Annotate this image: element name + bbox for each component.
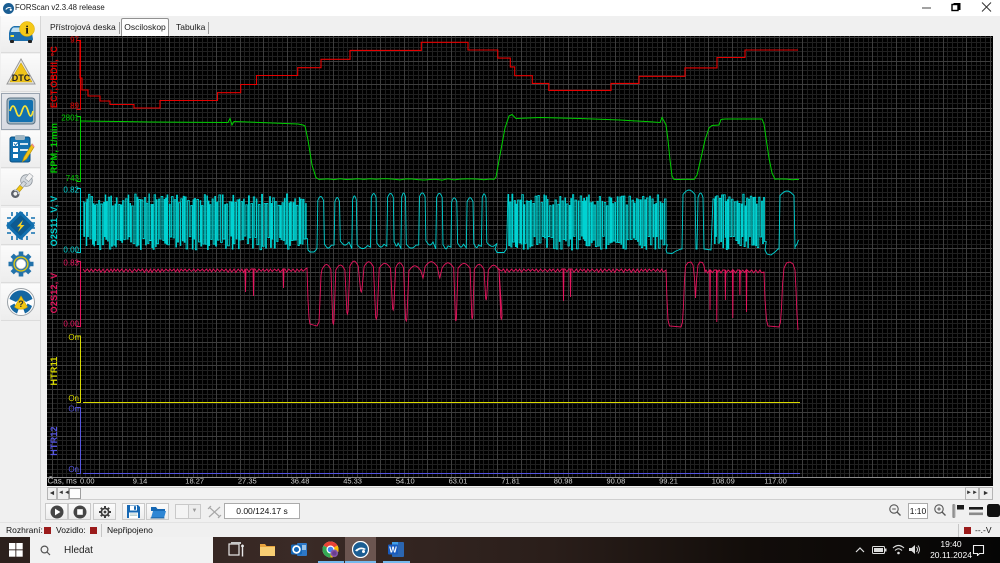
svg-text:0.00: 0.00	[63, 246, 79, 255]
svg-text:36.48: 36.48	[291, 477, 310, 486]
svg-text:W: W	[389, 546, 397, 555]
svg-text:90.08: 90.08	[607, 477, 626, 486]
svg-text:27.35: 27.35	[238, 477, 257, 486]
svg-text:O2S12, V: O2S12, V	[49, 273, 59, 314]
svg-text:HTR11: HTR11	[49, 356, 59, 385]
svg-text:743: 743	[66, 174, 80, 183]
svg-text:117.00: 117.00	[764, 477, 786, 486]
svg-text:0.82: 0.82	[63, 186, 79, 195]
svg-text:108.09: 108.09	[712, 477, 735, 486]
svg-text:?: ?	[18, 299, 24, 309]
svg-text:0.00: 0.00	[80, 477, 95, 486]
svg-text:On: On	[68, 333, 79, 342]
svg-text:63.01: 63.01	[449, 477, 468, 486]
svg-text:97: 97	[70, 36, 79, 45]
svg-text:18.27: 18.27	[185, 477, 204, 486]
svg-text:80.98: 80.98	[554, 477, 573, 486]
svg-text:54.10: 54.10	[396, 477, 415, 486]
svg-text:0.83: 0.83	[63, 259, 79, 268]
svg-text:O2S11_V, V: O2S11_V, V	[49, 196, 59, 247]
svg-text:On: On	[68, 394, 79, 403]
svg-text:HTR12: HTR12	[49, 426, 59, 456]
svg-text:DTC: DTC	[11, 73, 30, 83]
svg-text:89: 89	[70, 102, 79, 111]
svg-text:RPM, 1/min: RPM, 1/min	[49, 123, 59, 174]
svg-text:45.33: 45.33	[343, 477, 362, 486]
svg-text:2801: 2801	[61, 114, 79, 123]
svg-text:Čas, ms: Čas, ms	[48, 477, 77, 486]
svg-text:99.21: 99.21	[659, 477, 678, 486]
svg-text:ECT,OBDII, °C: ECT,OBDII, °C	[49, 46, 59, 109]
svg-text:9.14: 9.14	[133, 477, 148, 486]
svg-text:0.00: 0.00	[63, 320, 79, 329]
svg-text:On: On	[68, 465, 79, 474]
svg-text:On: On	[68, 405, 79, 414]
svg-text:71.81: 71.81	[501, 477, 520, 486]
